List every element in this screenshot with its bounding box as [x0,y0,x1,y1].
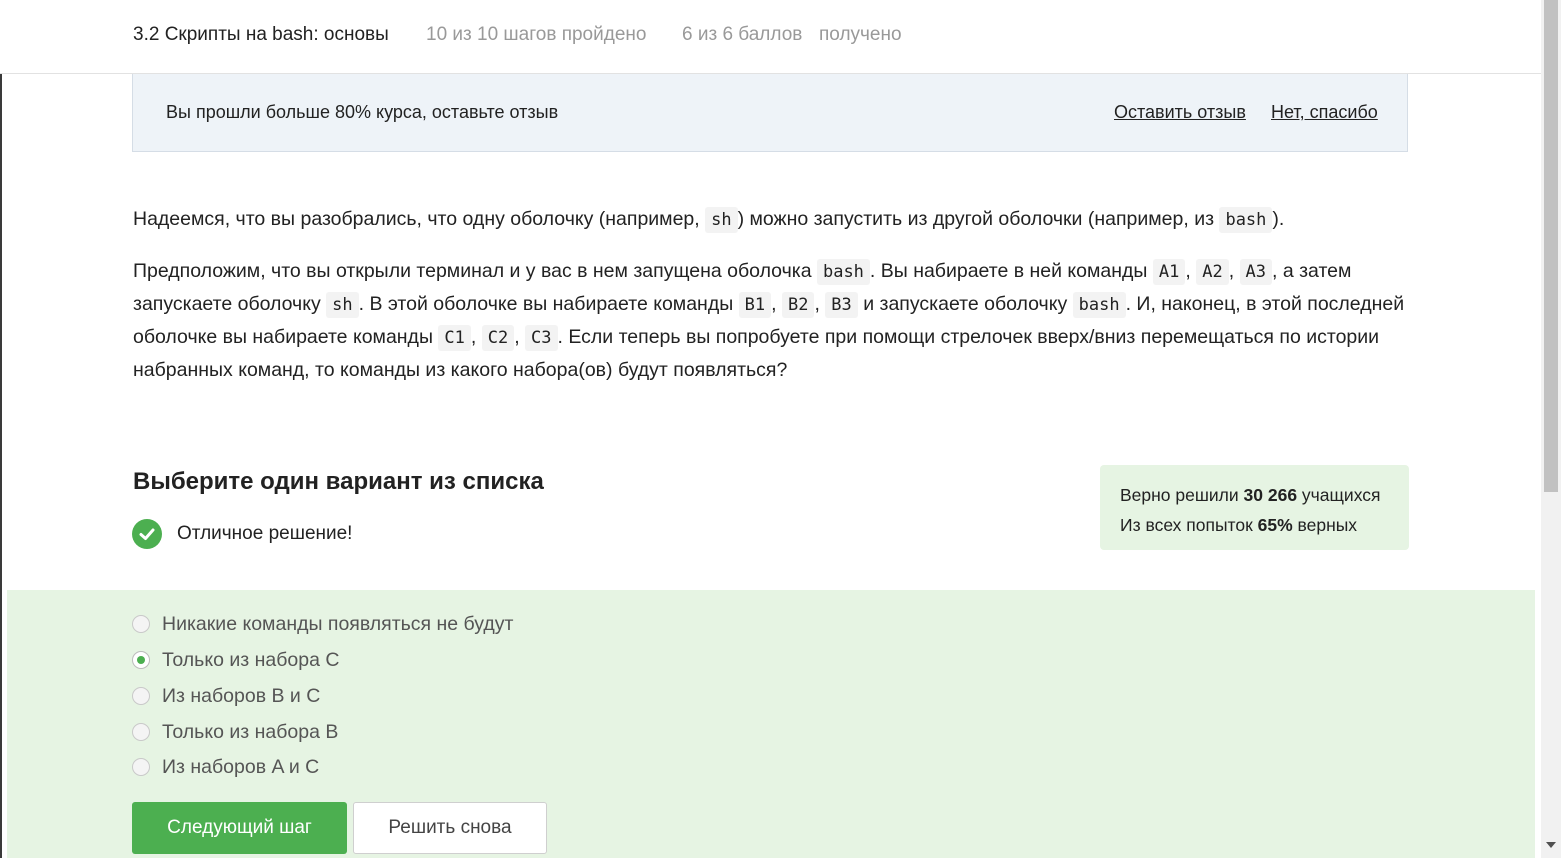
answer-option[interactable]: Только из набора C [132,648,339,672]
text-span: , [814,293,826,315]
answer-option[interactable]: Никакие команды появляться не будут [132,612,513,636]
inline-code: A1 [1152,259,1186,285]
steps-progress: 10 из 10 шагов пройдено [426,24,647,45]
text-span: ) можно запустить из другой оболочки (на… [737,208,1220,230]
inline-code: C3 [525,325,558,351]
solved-count: 30 266 [1243,485,1298,505]
success-text: Отличное решение! [177,523,353,544]
answer-option-label: Только из набора C [162,648,340,671]
stat-text: Из всех попыток [1120,515,1258,535]
inline-code: A2 [1196,259,1229,285]
points-received-label: получено [819,24,902,45]
radio-dot-icon [137,656,145,664]
text-span: и запускаете оболочку [857,293,1073,315]
text-span: , [771,293,782,315]
no-thanks-link[interactable]: Нет, спасибо [1271,102,1378,123]
inline-code: sh [705,207,738,233]
text-span: . Вы набираете в ней команды [869,260,1153,282]
text-span: , [514,326,526,348]
answer-option[interactable]: Из наборов B и C [132,684,320,708]
inline-code: bash [816,259,870,285]
radio-button-selected[interactable] [132,651,150,669]
points-progress: 6 из 6 баллов [682,24,803,45]
leave-review-link[interactable]: Оставить отзыв [1114,102,1246,123]
inline-code: bash [1219,207,1273,233]
stat-text: учащихся [1297,485,1381,505]
answer-panel: Никакие команды появляться не будут Толь… [7,590,1535,858]
stats-panel: Верно решили 30 266 учащихся Из всех поп… [1100,465,1409,550]
inline-code: B1 [738,292,772,318]
text-span: , [1185,260,1197,282]
retry-button[interactable]: Решить снова [353,802,547,854]
quiz-title: Выберите один вариант из списка [133,468,544,495]
question-paragraph-1: Надеемся, что вы разобрались, что одну о… [133,203,1423,236]
text-span: . В этой оболочке вы набираете команды [358,293,739,315]
scrollbar-thumb[interactable] [1544,0,1558,492]
step-header: 3.2 Скрипты на bash: основы 10 из 10 шаг… [0,0,1541,74]
stat-text: верных [1292,515,1358,535]
text-span: Надеемся, что вы разобрались, что одну о… [133,208,706,230]
inline-code: bash [1072,292,1126,318]
inline-code: sh [326,292,359,318]
answer-option-label: Из наборов A и C [162,755,320,778]
review-banner-message: Вы прошли больше 80% курса, оставьте отз… [166,102,559,122]
solved-stat: Верно решили 30 266 учащихся [1120,480,1389,510]
radio-button[interactable] [132,758,150,776]
scroll-down-arrow-icon[interactable] [1546,842,1556,848]
next-step-button[interactable]: Следующий шаг [132,802,347,854]
scrollbar[interactable] [1541,0,1561,858]
radio-button[interactable] [132,723,150,741]
radio-button[interactable] [132,615,150,633]
inline-code: A3 [1239,259,1273,285]
answer-option-label: Из наборов B и C [162,684,321,707]
text-span: , [1228,260,1240,282]
success-message: Отличное решение! [132,518,352,550]
text-span: Предположим, что вы открыли терминал и у… [133,260,817,282]
attempts-stat: Из всех попыток 65% верных [1120,510,1389,540]
check-circle-icon [132,519,162,549]
lesson-title: 3.2 Скрипты на bash: основы [133,24,389,45]
inline-code: C1 [438,325,471,351]
inline-code: B3 [825,292,858,318]
window-left-edge [0,0,2,858]
answer-option[interactable]: Только из набора B [132,720,338,744]
answer-option[interactable]: Из наборов A и C [132,755,319,779]
inline-code: C2 [481,325,515,351]
question-paragraph-2: Предположим, что вы открыли терминал и у… [133,255,1423,386]
radio-button[interactable] [132,687,150,705]
text-span: , [470,326,482,348]
review-banner: Вы прошли больше 80% курса, оставьте отз… [132,74,1408,152]
stat-text: Верно решили [1120,485,1244,505]
answer-option-label: Только из набора B [162,720,339,743]
attempts-percent: 65% [1257,515,1293,535]
inline-code: B2 [781,292,815,318]
text-span: ). [1272,208,1285,230]
answer-option-label: Никакие команды появляться не будут [162,612,514,635]
